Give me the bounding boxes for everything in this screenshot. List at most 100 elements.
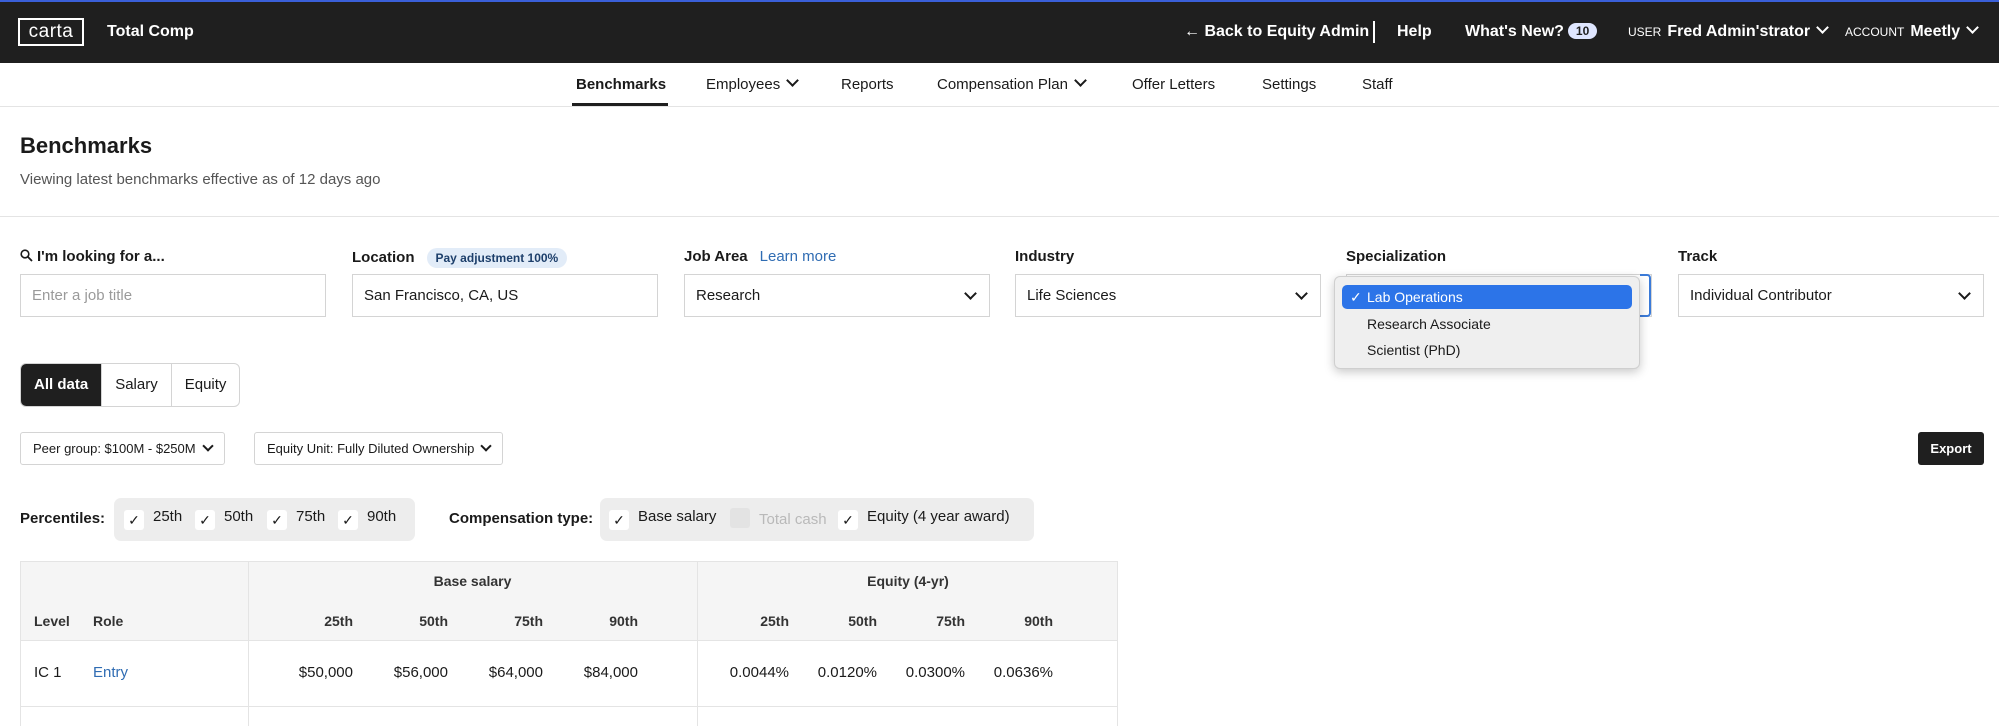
total-cash-checkbox[interactable]: Total cash bbox=[730, 508, 827, 528]
checkmark-icon: ✓ bbox=[1350, 289, 1362, 305]
track-value: Individual Contributor bbox=[1690, 287, 1832, 304]
percentiles-label: Percentiles: bbox=[20, 510, 106, 527]
base-75th-header: 75th bbox=[514, 613, 543, 629]
specialization-dropdown-menu: ✓ Lab Operations Research Associate Scien… bbox=[1334, 276, 1640, 369]
checkmark-icon: ✓ bbox=[338, 510, 358, 530]
user-menu[interactable]: USER Fred Admin'strator bbox=[1628, 21, 1829, 41]
checkmark-icon: ✓ bbox=[124, 510, 144, 530]
learn-more-link[interactable]: Learn more bbox=[760, 248, 837, 265]
account-menu[interactable]: ACCOUNT Meetly bbox=[1845, 21, 1980, 41]
view-salary-button[interactable]: Salary bbox=[101, 364, 171, 406]
base-salary-checkbox[interactable]: ✓ Base salary bbox=[609, 508, 716, 530]
chevron-down-icon bbox=[964, 287, 977, 300]
checkmark-icon: ✓ bbox=[267, 510, 287, 530]
top-bar: carta Total Comp ← Back to Equity Admin … bbox=[0, 0, 1999, 63]
base-25th-value: $50,000 bbox=[298, 664, 353, 681]
base-90th-header: 90th bbox=[609, 613, 638, 629]
chevron-down-icon bbox=[201, 440, 214, 452]
job-area-label-text: Job Area bbox=[684, 248, 748, 265]
checkbox-empty bbox=[730, 508, 750, 528]
checkbox-label: Total cash bbox=[759, 511, 827, 528]
industry-select[interactable]: Life Sciences bbox=[1015, 274, 1321, 317]
checkbox-label: 90th bbox=[367, 508, 397, 525]
equity-90th-value: 0.0636% bbox=[993, 664, 1053, 681]
specialization-label: Specialization bbox=[1346, 248, 1447, 265]
percentile-25th-checkbox[interactable]: ✓ 25th bbox=[124, 508, 182, 530]
benchmarks-table: Base salary Equity (4-yr) Level Role 25t… bbox=[20, 561, 1118, 726]
checkbox-label: 25th bbox=[153, 508, 183, 525]
chevron-down-icon bbox=[1816, 21, 1829, 34]
chevron-down-icon bbox=[1074, 74, 1087, 87]
track-select[interactable]: Individual Contributor bbox=[1678, 274, 1984, 317]
equity-unit-dropdown[interactable]: Equity Unit: Fully Diluted Ownership bbox=[254, 432, 504, 465]
chevron-down-icon bbox=[1958, 287, 1971, 300]
base-50th-header: 50th bbox=[419, 613, 448, 629]
account-name: Meetly bbox=[1910, 23, 1961, 40]
location-input[interactable]: San Francisco, CA, US bbox=[352, 274, 658, 317]
specialization-focus-ring bbox=[1640, 274, 1651, 317]
view-toggle: All data Salary Equity bbox=[20, 363, 241, 407]
industry-value: Life Sciences bbox=[1027, 287, 1117, 304]
user-name: Fred Admin'strator bbox=[1667, 23, 1811, 40]
whats-new-label: What's New? bbox=[1465, 23, 1564, 40]
job-title-search-input[interactable]: Enter a job title bbox=[20, 274, 326, 317]
back-link-label: ← Back to Equity Admin bbox=[1184, 23, 1370, 40]
percentile-90th-checkbox[interactable]: ✓ 90th bbox=[338, 508, 396, 530]
option-label: Scientist (PhD) bbox=[1367, 342, 1461, 358]
job-area-value: Research bbox=[696, 287, 761, 304]
equity-25th-value: 0.0044% bbox=[729, 664, 789, 681]
back-to-equity-admin-link[interactable]: ← Back to Equity Admin bbox=[1184, 23, 1369, 41]
checkbox-label: 50th bbox=[224, 508, 254, 525]
industry-label: Industry bbox=[1015, 248, 1075, 265]
export-button[interactable]: Export bbox=[1918, 432, 1984, 465]
checkbox-label: 75th bbox=[296, 508, 326, 525]
specialization-option-research-associate[interactable]: Research Associate bbox=[1342, 312, 1632, 336]
percentile-75th-checkbox[interactable]: ✓ 75th bbox=[267, 508, 325, 530]
row-divider bbox=[21, 706, 1117, 707]
peer-group-label: Peer group: $100M - $250M bbox=[33, 441, 196, 456]
tab-settings[interactable]: Settings bbox=[1262, 76, 1316, 93]
chevron-down-icon bbox=[786, 74, 800, 87]
checkmark-icon: ✓ bbox=[195, 510, 215, 530]
row-role-link[interactable]: Entry bbox=[93, 664, 128, 681]
tab-employees[interactable]: Employees bbox=[706, 74, 800, 93]
row-level: IC 1 bbox=[34, 664, 62, 681]
equity-4yr-checkbox[interactable]: ✓ Equity (4 year award) bbox=[838, 508, 1010, 530]
chevron-down-icon bbox=[480, 440, 493, 452]
compensation-type-group: ✓ Base salary Total cash ✓ Equity (4 year … bbox=[600, 498, 1034, 541]
specialization-option-lab-operations[interactable]: ✓ Lab Operations bbox=[1342, 285, 1632, 309]
tab-benchmarks[interactable]: Benchmarks bbox=[576, 76, 666, 93]
view-equity-button[interactable]: Equity bbox=[170, 364, 240, 406]
percentile-50th-checkbox[interactable]: ✓ 50th bbox=[195, 508, 253, 530]
base-50th-value: $56,000 bbox=[393, 664, 448, 681]
search-icon bbox=[20, 249, 33, 262]
help-link[interactable]: Help bbox=[1397, 23, 1432, 41]
tab-staff[interactable]: Staff bbox=[1362, 76, 1393, 93]
tab-compensation-plan[interactable]: Compensation Plan bbox=[937, 74, 1087, 93]
chevron-down-icon bbox=[1295, 287, 1308, 300]
equity-25th-header: 25th bbox=[760, 613, 789, 629]
specialization-option-scientist-phd[interactable]: Scientist (PhD) bbox=[1342, 338, 1632, 362]
checkmark-icon: ✓ bbox=[838, 510, 858, 530]
chevron-down-icon bbox=[1966, 21, 1980, 34]
whats-new-link[interactable]: What's New? 10 bbox=[1465, 23, 1598, 41]
tab-employees-label: Employees bbox=[706, 76, 781, 93]
peer-group-dropdown[interactable]: Peer group: $100M - $250M bbox=[20, 432, 225, 465]
equity-unit-label: Equity Unit: Fully Diluted Ownership bbox=[267, 441, 475, 456]
carta-logo[interactable]: carta bbox=[18, 18, 84, 46]
equity-50th-value: 0.0120% bbox=[817, 664, 877, 681]
user-caption: USER bbox=[1628, 25, 1662, 39]
base-25th-header: 25th bbox=[324, 613, 353, 629]
tab-offer-letters[interactable]: Offer Letters bbox=[1132, 76, 1215, 93]
tab-reports[interactable]: Reports bbox=[841, 76, 894, 93]
equity-75th-value: 0.0300% bbox=[905, 664, 965, 681]
track-label: Track bbox=[1678, 248, 1718, 265]
page-subtitle: Viewing latest benchmarks effective as o… bbox=[20, 171, 381, 188]
pay-adjustment-badge: Pay adjustment 100% bbox=[426, 248, 568, 268]
checkmark-icon: ✓ bbox=[609, 510, 629, 530]
role-column-header: Role bbox=[93, 613, 124, 629]
account-caption: ACCOUNT bbox=[1845, 25, 1905, 39]
job-area-select[interactable]: Research bbox=[684, 274, 990, 317]
search-label: I'm looking for a... bbox=[20, 248, 165, 265]
view-all-data-button[interactable]: All data bbox=[21, 364, 102, 406]
